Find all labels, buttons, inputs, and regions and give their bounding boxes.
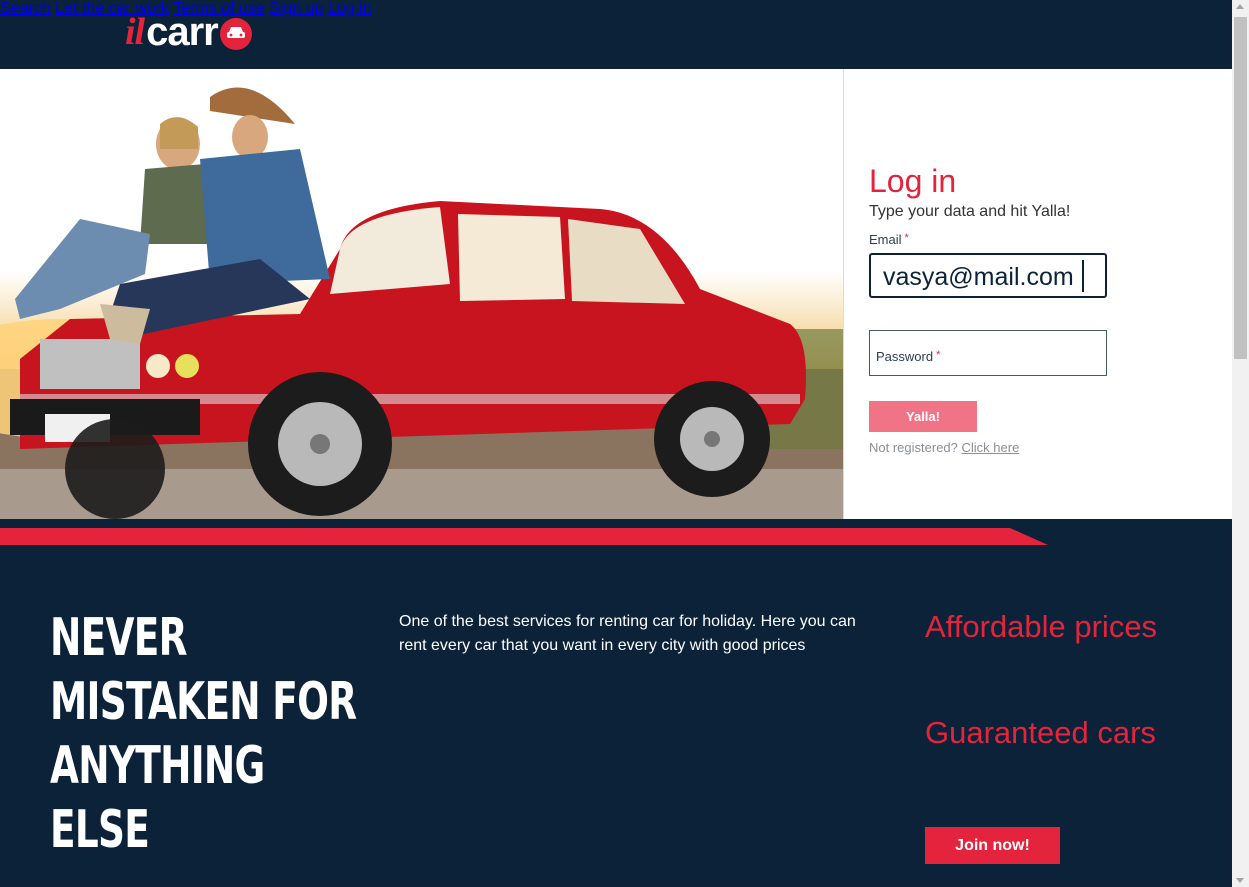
login-title: Log in [869, 163, 957, 199]
email-label: Email * [869, 232, 909, 247]
join-now-button[interactable]: Join now! [925, 827, 1060, 864]
password-field[interactable]: Password * [869, 330, 1107, 376]
red-car-illustration [0, 87, 843, 519]
email-required-mark: * [904, 232, 909, 244]
nav-search[interactable]: Search [0, 0, 51, 17]
email-value: vasya@mail.com [883, 263, 1074, 291]
red-accent-stripe [0, 528, 1048, 545]
logo-carr-text: carr [146, 9, 219, 54]
logo-il-text: il [125, 11, 145, 53]
register-link[interactable]: Click here [962, 440, 1020, 455]
car-front-icon [219, 18, 252, 50]
text-caret [1082, 260, 1084, 292]
feature-guaranteed-cars: Guaranteed cars [925, 715, 1156, 750]
login-panel: Log in Type your data and hit Yalla! Ema… [843, 69, 1232, 519]
yalla-submit-button[interactable]: Yalla! [869, 401, 977, 432]
page-scrollbar[interactable] [1232, 0, 1249, 887]
scroll-down-arrow-icon[interactable] [1236, 878, 1244, 883]
slogan-line-2: MISTAKEN FOR [50, 672, 357, 732]
about-text: One of the best services for renting car… [399, 613, 856, 654]
scroll-up-arrow-icon[interactable] [1236, 4, 1244, 9]
nav-sign-up[interactable]: Sign up [269, 0, 323, 17]
scrollbar-thumb[interactable] [1234, 17, 1247, 359]
slogan-line-1: NEVER [50, 608, 187, 668]
not-registered-label: Not registered? [869, 440, 958, 455]
hero-car-photo [0, 69, 843, 519]
email-field[interactable]: vasya@mail.com [869, 253, 1107, 298]
ilcarro-logo[interactable]: il carr [125, 9, 252, 54]
site-header: il carr Search Let the car work Terms of… [0, 0, 1232, 69]
slogan-heading: NEVER MISTAKEN FOR ANYTHING ELSE [50, 606, 367, 862]
nav-log-in[interactable]: Log in [328, 0, 372, 17]
email-label-text: Email [869, 232, 902, 247]
feature-affordable-prices: Affordable prices [925, 609, 1158, 644]
password-required-mark: * [936, 349, 941, 361]
login-subtitle: Type your data and hit Yalla! [869, 203, 1071, 220]
password-label: Password * [876, 349, 940, 364]
slogan-line-4: ELSE [50, 800, 150, 860]
slogan-line-3: ANYTHING [50, 736, 265, 796]
not-registered-text: Not registered? Click here [869, 440, 1019, 455]
password-label-text: Password [876, 349, 934, 364]
